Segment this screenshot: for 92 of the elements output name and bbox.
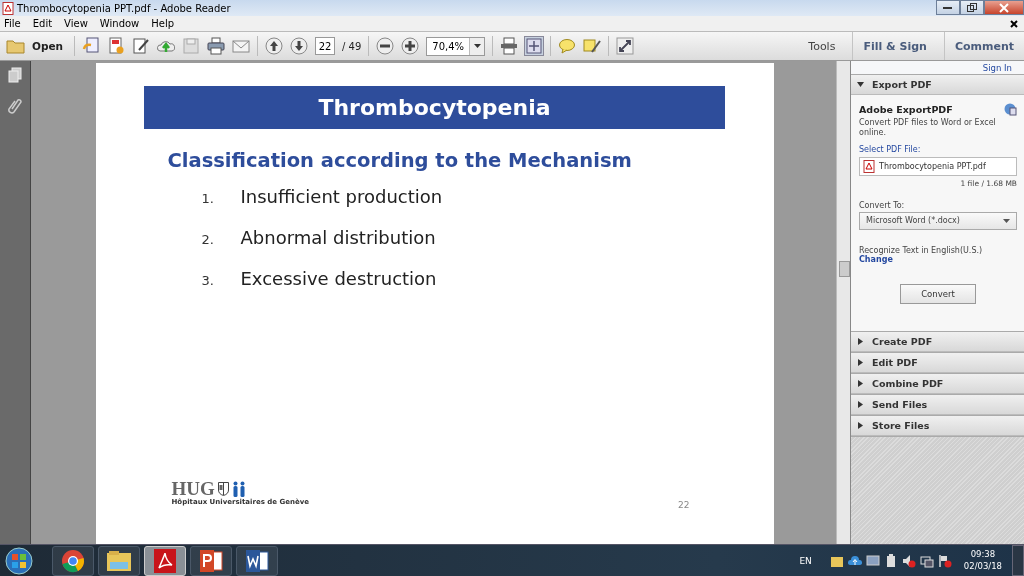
caret-icon (857, 422, 864, 429)
language-indicator[interactable]: EN (799, 555, 812, 566)
toolbar-tab[interactable]: Fill & Sign (852, 32, 937, 60)
taskbar-app[interactable] (98, 545, 140, 576)
pdf-file-icon (2, 1, 14, 15)
pdf-document-icon[interactable] (107, 37, 126, 55)
panel-section-header[interactable]: Create PDF (851, 331, 1024, 352)
panel-section-header[interactable]: Combine PDF (851, 373, 1024, 394)
menu-item[interactable]: Help (151, 18, 175, 29)
scrollbar[interactable] (836, 61, 850, 544)
shield-icon (217, 481, 229, 496)
people-icon (231, 480, 246, 497)
monitor-icon[interactable] (865, 553, 880, 568)
clock-time: 09:38 (970, 549, 996, 561)
list-number: 2. (201, 232, 215, 247)
export-heading: Adobe ExportPDF (859, 104, 953, 115)
change-link[interactable]: Change (859, 254, 1017, 264)
network-icon[interactable] (919, 553, 934, 568)
open-button[interactable]: Open (6, 38, 68, 54)
browser-icon (61, 548, 85, 573)
caret-icon (857, 338, 864, 345)
caret-icon (1003, 218, 1010, 223)
page-number-field[interactable]: 22 (315, 37, 336, 55)
list-item-text: Abnormal distribution (240, 227, 436, 248)
window-title: Thrombocytopenia PPT.pdf - Adobe Reader (17, 2, 231, 14)
caret-icon (857, 359, 864, 366)
caret-icon (473, 44, 481, 48)
menu-item[interactable]: Edit (32, 18, 53, 29)
toolbar-tab[interactable]: Comment (943, 32, 1024, 60)
cloud-upload-icon[interactable] (847, 553, 862, 568)
select-file-label: Select PDF File: (859, 144, 922, 154)
highlight-text-icon[interactable] (583, 37, 602, 55)
menu-item[interactable]: File (4, 18, 21, 29)
edit-document-icon[interactable] (132, 37, 151, 55)
fit-page-icon[interactable] (525, 37, 544, 55)
restore-icon (967, 3, 977, 12)
arrow-down-icon[interactable] (290, 37, 309, 55)
paperclip-icon[interactable] (8, 97, 22, 115)
arrow-up-icon[interactable] (265, 37, 284, 55)
flag-error-icon[interactable] (937, 553, 952, 568)
presentation-app-icon (199, 548, 223, 573)
globe-document-icon (1004, 103, 1017, 116)
comment-icon[interactable] (558, 37, 577, 55)
panel-section-header[interactable]: Edit PDF (851, 352, 1024, 373)
list-number: 1. (201, 191, 215, 206)
clock-date: 02/03/18 (963, 560, 1002, 572)
zoom-out-icon[interactable] (376, 37, 395, 55)
panel-section-header[interactable]: Export PDF (851, 74, 1024, 95)
sign-in-link[interactable]: Sign In (982, 62, 1012, 73)
folder-icon (6, 38, 26, 54)
taskbar-app[interactable] (190, 545, 232, 576)
page-number: 22 (678, 500, 690, 510)
pdf-file-icon (863, 159, 875, 173)
taskbar-app[interactable] (52, 545, 94, 576)
panel-section-header[interactable]: Store Files (851, 415, 1024, 436)
pages-icon[interactable] (8, 67, 22, 83)
list-number: 3. (201, 273, 215, 288)
list-item-text: Insufficient production (240, 186, 443, 207)
zoom-dropdown[interactable]: 70,4% (426, 36, 486, 56)
restore-button[interactable] (960, 0, 984, 15)
caret-icon (857, 81, 864, 88)
scroll-mode-icon[interactable] (500, 37, 519, 55)
print-icon[interactable] (207, 37, 226, 55)
speaker-muted-icon[interactable] (901, 553, 916, 568)
close-icon (999, 2, 1009, 13)
taskbar-app[interactable] (236, 545, 278, 576)
menu-item[interactable]: Window (99, 18, 140, 29)
close-button[interactable] (984, 0, 1024, 15)
caret-icon (857, 380, 864, 387)
convert-to-label: Convert To: (859, 200, 906, 210)
start-button[interactable] (2, 545, 36, 576)
panel-section-header[interactable]: Send Files (851, 394, 1024, 415)
page-count: / 49 (342, 40, 362, 52)
format-dropdown[interactable]: Microsoft Word (*.docx) (859, 211, 1017, 230)
expand-icon[interactable] (616, 37, 635, 55)
export-description: Convert PDF files to Word or Excel online. (859, 118, 997, 139)
menu-item[interactable]: View (64, 18, 88, 29)
zoom-in-icon[interactable] (401, 37, 420, 55)
convert-button[interactable]: Convert (900, 283, 976, 304)
file-field[interactable]: Thrombocytopenia PPT.pdf (859, 156, 1017, 176)
pdf-app-icon (154, 548, 176, 573)
logo-text: HUG (171, 479, 215, 498)
document-app-icon (245, 548, 269, 573)
slide-subtitle: Classification according to the Mechanism (167, 149, 632, 172)
close-icon[interactable] (1010, 19, 1018, 28)
minimize-button[interactable] (936, 0, 960, 15)
caret-icon (857, 401, 864, 408)
folder-icon (106, 549, 132, 572)
list-item-text: Excessive destruction (240, 268, 437, 289)
recognize-text: Recognize Text in English(U.S.) (859, 245, 984, 255)
toolbar-tab[interactable]: Tools (798, 32, 846, 60)
slide-title-banner: Thrombocytopenia (144, 86, 725, 129)
